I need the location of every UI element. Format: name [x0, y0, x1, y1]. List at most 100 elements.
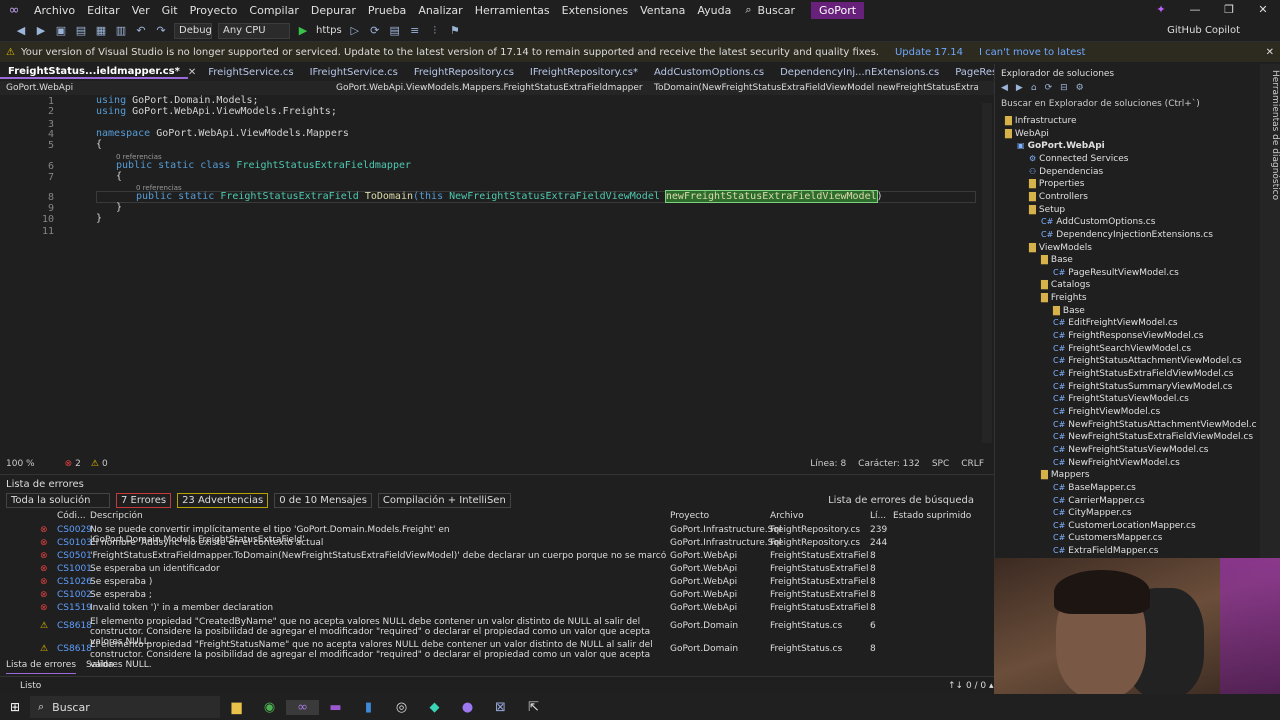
tab-addcustomoptions[interactable]: AddCustomOptions.cs	[646, 67, 772, 78]
sync-icon[interactable]: ⟳	[1045, 83, 1053, 97]
taskbar-search[interactable]: ⌕ Buscar	[30, 696, 220, 718]
tab-output[interactable]: Salida	[86, 660, 113, 674]
tree-node[interactable]: C# FreightViewModel.cs	[1053, 407, 1160, 417]
redo-icon[interactable]: ↷	[154, 24, 168, 37]
error-code[interactable]: CS0103	[57, 538, 92, 548]
col-desc[interactable]: Descripción	[90, 511, 143, 521]
close-infobar-icon[interactable]: ✕	[1266, 47, 1274, 58]
profile-icon[interactable]: ✦	[1144, 0, 1178, 20]
tree-node[interactable]: C# CustomerLocationMapper.cs	[1053, 521, 1196, 531]
chrome-icon[interactable]: ◉	[253, 700, 286, 715]
menu-ventana[interactable]: Ventana	[634, 4, 691, 17]
visual-studio-icon[interactable]: ∞	[286, 699, 319, 715]
tree-node[interactable]: ▇ Base	[1053, 306, 1085, 316]
col-line[interactable]: Lí...	[870, 511, 886, 521]
line-ending[interactable]: CRLF	[961, 459, 984, 469]
windows-start-icon[interactable]: ⊞	[0, 700, 30, 714]
tree-node[interactable]: C# AddCustomOptions.cs	[1041, 217, 1155, 227]
close-tab-icon[interactable]: ✕	[188, 67, 196, 78]
member-dropdown[interactable]: ToDomain(NewFreightStatusExtraFieldViewM…	[648, 83, 978, 93]
properties-icon[interactable]: ⚙	[1076, 83, 1084, 97]
tree-node[interactable]: C# CustomersMapper.cs	[1053, 533, 1162, 543]
forward-icon[interactable]: ▶	[34, 24, 48, 37]
tree-node[interactable]: C# CityMapper.cs	[1053, 508, 1132, 518]
tree-node[interactable]: ▇ Freights	[1041, 293, 1087, 303]
tree-node[interactable]: ▇ Infrastructure	[1005, 116, 1077, 126]
save-all-icon[interactable]: ▥	[114, 24, 128, 37]
back-icon[interactable]: ◀	[1001, 83, 1008, 97]
errors-filter-button[interactable]: 7 Errores	[116, 492, 172, 508]
maximize-icon[interactable]: ❐	[1212, 0, 1246, 20]
github-icon[interactable]: ◎	[385, 700, 418, 715]
terminal-icon[interactable]: ⊠	[484, 700, 517, 715]
tree-node[interactable]: C# FreightStatusAttachmentViewModel.cs	[1053, 356, 1242, 366]
tree-node[interactable]: ▇ ViewModels	[1029, 243, 1092, 253]
app-icon-cursor[interactable]: ⇱	[517, 700, 550, 715]
error-search-input[interactable]: Lista de errores de búsqueda	[828, 495, 974, 506]
forward-icon[interactable]: ▶	[1016, 83, 1023, 97]
col-project[interactable]: Proyecto	[670, 511, 709, 521]
platform-select[interactable]: Any CPU	[218, 22, 290, 39]
app-icon-purple[interactable]: ▬	[319, 700, 352, 715]
tree-node[interactable]: C# ExtraFieldMapper.cs	[1053, 546, 1158, 556]
tree-node[interactable]: C# NewFreightStatusAttachmentViewModel.cs	[1053, 420, 1257, 430]
run-target-label[interactable]: https	[316, 25, 342, 36]
run-icon[interactable]: ▶	[296, 24, 310, 37]
tree-node[interactable]: C# BaseMapper.cs	[1053, 483, 1136, 493]
tree-node[interactable]: C# PageResultViewModel.cs	[1053, 268, 1179, 278]
error-code[interactable]: CS1026	[57, 577, 92, 587]
home-icon[interactable]: ⌂	[1031, 83, 1037, 97]
tab-dependencyinjection[interactable]: DependencyInj...nExtensions.cs	[772, 67, 947, 78]
messages-filter-button[interactable]: 0 de 10 Mensajes	[274, 492, 372, 508]
tree-node[interactable]: C# FreightStatusViewModel.cs	[1053, 394, 1189, 404]
tree-node[interactable]: C# CarrierMapper.cs	[1053, 496, 1145, 506]
error-code[interactable]: CS1001	[57, 564, 92, 574]
undo-icon[interactable]: ↶	[134, 24, 148, 37]
error-code[interactable]: CS8618	[57, 621, 92, 631]
format-icon[interactable]: ≡	[408, 24, 422, 37]
tree-node[interactable]: ▣ GoPort.WebApi	[1017, 141, 1105, 151]
tab-error-list[interactable]: Lista de errores	[6, 660, 77, 674]
editor-scrollbar[interactable]	[982, 103, 992, 443]
save-icon[interactable]: ▦	[94, 24, 108, 37]
scope-select[interactable]: Toda la solución	[6, 492, 110, 508]
diagnostic-tools-side-tab[interactable]: Herramientas de diagnóstico	[1260, 64, 1280, 558]
menu-herramientas[interactable]: Herramientas	[469, 4, 556, 17]
collapse-icon[interactable]: ⊟	[1060, 83, 1068, 97]
tab-freightrepository[interactable]: FreightRepository.cs	[406, 67, 522, 78]
file-explorer-icon[interactable]: ▆	[220, 700, 253, 715]
error-code[interactable]: CS8618	[57, 644, 92, 654]
open-icon[interactable]: ▤	[74, 24, 88, 37]
tree-node[interactable]: ▇ Setup	[1029, 205, 1065, 215]
close-icon[interactable]: ✕	[1246, 0, 1280, 20]
warning-count[interactable]: 0	[102, 459, 108, 469]
comment-icon[interactable]: ⫶	[428, 24, 442, 38]
error-count[interactable]: 2	[75, 459, 81, 469]
menu-analizar[interactable]: Analizar	[412, 4, 468, 17]
menu-ver[interactable]: Ver	[126, 4, 156, 17]
build-filter-select[interactable]: Compilación + IntelliSen	[377, 492, 511, 508]
menu-prueba[interactable]: Prueba	[362, 4, 412, 17]
menu-compilar[interactable]: Compilar	[243, 4, 304, 17]
tree-node[interactable]: ⚇ Dependencias	[1029, 167, 1103, 177]
minimize-icon[interactable]: —	[1178, 0, 1212, 20]
tree-node[interactable]: C# NewFreightStatusViewModel.cs	[1053, 445, 1209, 455]
search-label[interactable]: Buscar	[751, 4, 801, 17]
run-without-debug-icon[interactable]: ▷	[348, 24, 362, 37]
tab-freightstatusextrafieldmapper[interactable]: FreightStatus...ieldmapper.cs*	[0, 66, 188, 79]
warnings-filter-button[interactable]: 23 Advertencias	[177, 492, 269, 508]
tree-node[interactable]: C# DependencyInjectionExtensions.cs	[1041, 230, 1213, 240]
menu-archivo[interactable]: Archivo	[28, 4, 81, 17]
app-icon-teal[interactable]: ◆	[418, 700, 451, 715]
bookmark-icon[interactable]: ⚑	[448, 24, 462, 37]
tab-freightservice[interactable]: FreightService.cs	[200, 67, 301, 78]
app-icon-discord[interactable]: ●	[451, 700, 484, 715]
config-select[interactable]: Debug	[174, 22, 212, 39]
tree-node[interactable]: ▇ Catalogs	[1041, 280, 1090, 290]
tree-node[interactable]: ▇ WebApi	[1005, 129, 1049, 139]
type-dropdown[interactable]: GoPort.WebApi.ViewModels.Mappers.Freight…	[330, 83, 648, 93]
warning-row[interactable]: ⚠ CS8618 El elemento propiedad "FreightSta…	[0, 640, 990, 670]
solution-search-input[interactable]: Buscar en Explorador de soluciones (Ctrl…	[997, 99, 1257, 113]
menu-extensiones[interactable]: Extensiones	[556, 4, 635, 17]
warning-row[interactable]: ⚠ CS8618 El elemento propiedad "CreatedByN…	[0, 617, 990, 647]
